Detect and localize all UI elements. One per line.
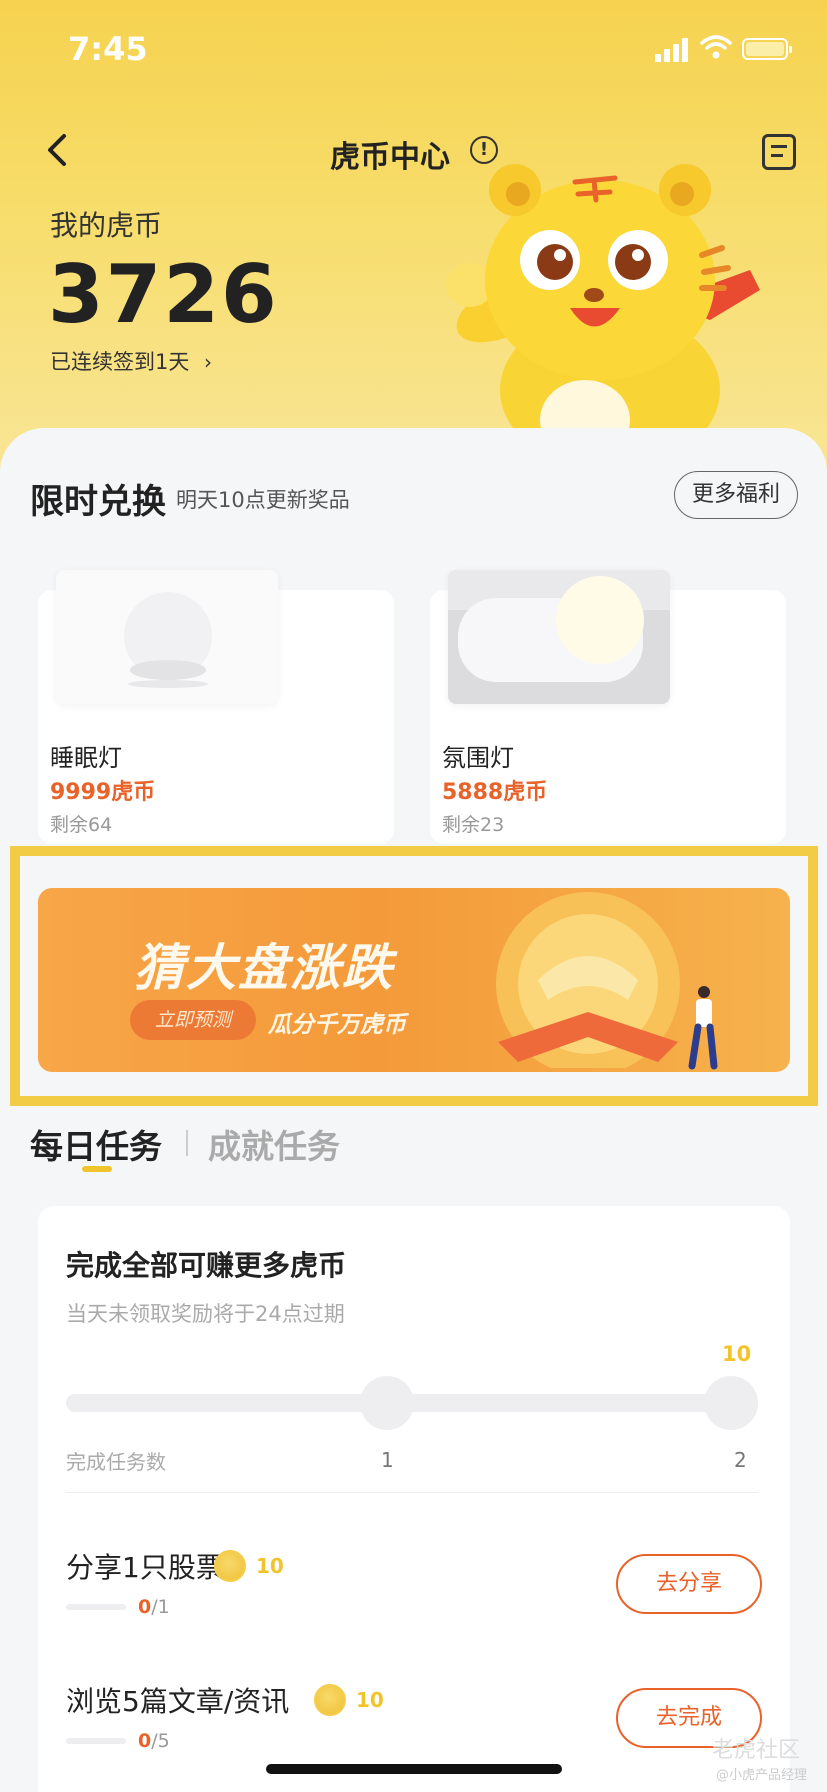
limited-exchange-subtitle: 明天10点更新奖品	[176, 488, 350, 512]
coins-balance: 3726	[48, 248, 279, 341]
product-image-ambient-lamp	[448, 570, 670, 704]
battery-icon	[742, 38, 792, 60]
product-stock: 剩余64	[50, 814, 113, 836]
product-price: 5888虎币	[442, 780, 548, 805]
home-indicator[interactable]	[266, 1764, 562, 1774]
coins-label: 我的虎币	[50, 209, 163, 242]
product-stock: 剩余23	[442, 814, 505, 836]
task-name: 分享1只股票	[66, 1551, 224, 1584]
milestone-label: 1	[381, 1448, 394, 1472]
task-card-subtitle: 当天未领取奖励将于24点过期	[66, 1302, 345, 1326]
wifi-icon	[700, 35, 732, 59]
share-button[interactable]: 去分享	[616, 1554, 762, 1614]
task-card: 完成全部可赚更多虎币 当天未领取奖励将于24点过期 10 完成任务数 1 2 分…	[38, 1206, 790, 1792]
progress-node	[360, 1376, 414, 1430]
back-arrow-icon[interactable]	[40, 130, 76, 170]
coin-icon	[214, 1550, 246, 1582]
more-benefits-button[interactable]: 更多福利	[674, 471, 798, 519]
status-time: 7:45	[68, 30, 148, 68]
chevron-right-icon[interactable]: ›	[204, 350, 212, 374]
checkin-streak-link[interactable]: 已连续签到1天	[50, 346, 189, 376]
tab-daily-tasks[interactable]: 每日任务	[30, 1120, 162, 1168]
tab-divider	[186, 1130, 188, 1156]
task-progress-bar	[66, 1604, 126, 1610]
predict-market-banner[interactable]: 猜大盘涨跌 立即预测 瓜分千万虎币	[38, 888, 790, 1072]
task-name: 浏览5篇文章/资讯	[66, 1685, 290, 1718]
person-illustration	[688, 986, 718, 1070]
predict-now-button[interactable]: 立即预测	[130, 1000, 256, 1040]
product-card[interactable]: 睡眠灯 9999虎币 剩余64	[38, 570, 394, 844]
watermark: 老虎社区	[712, 1738, 801, 1763]
task-progress-bar	[66, 1738, 126, 1744]
banner-subtitle: 瓜分千万虎币	[268, 1012, 406, 1038]
product-name: 睡眠灯	[50, 744, 122, 772]
divider	[66, 1492, 758, 1493]
progress-node	[704, 1376, 758, 1430]
product-price: 9999虎币	[50, 780, 156, 805]
task-row: 分享1只股票 10 0/1 去分享	[38, 1546, 790, 1656]
banner-title: 猜大盘涨跌	[134, 939, 394, 997]
task-reward: 10	[256, 1554, 284, 1578]
coin-illustration	[496, 892, 680, 1068]
status-bar: 7:45	[0, 0, 827, 100]
tab-achievement-tasks[interactable]: 成就任务	[208, 1120, 340, 1168]
task-card-title: 完成全部可赚更多虎币	[66, 1249, 347, 1282]
product-card[interactable]: 氛围灯 5888虎币 剩余23	[430, 570, 786, 844]
task-reward: 10	[356, 1688, 384, 1712]
task-progress: 0/5	[138, 1730, 170, 1752]
milestone-reward: 10	[722, 1342, 752, 1366]
active-tab-indicator	[82, 1166, 112, 1172]
milestone-label: 2	[734, 1448, 747, 1472]
signal-icon	[655, 38, 689, 62]
tiger-mascot-illustration	[446, 164, 760, 460]
coin-icon	[314, 1684, 346, 1716]
limited-exchange-title: 限时兑换	[30, 482, 166, 522]
task-progress: 0/1	[138, 1596, 170, 1618]
product-image-sleep-lamp	[56, 570, 278, 704]
watermark-sub: @小虎产品经理	[716, 1768, 808, 1783]
product-name: 氛围灯	[442, 744, 514, 772]
completed-count-label: 完成任务数	[66, 1450, 166, 1474]
